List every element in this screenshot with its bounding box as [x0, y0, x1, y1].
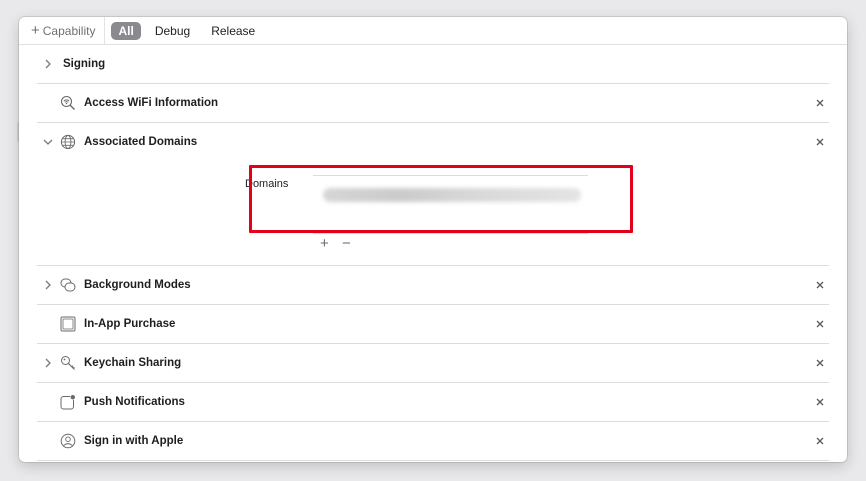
capability-title: Keychain Sharing	[84, 357, 182, 369]
domains-table-bottom-divider	[313, 233, 588, 234]
in-app-purchase-icon	[59, 315, 77, 333]
capability-title: Push Notifications	[84, 396, 185, 408]
highlight-annotation-box	[249, 165, 633, 233]
capability-row-sign-in-with-apple[interactable]: Sign in with Apple	[37, 422, 829, 461]
capability-row-push-notifications[interactable]: Push Notifications	[37, 383, 829, 422]
remove-capability-close-icon[interactable]	[815, 319, 825, 329]
capability-row-keychain-sharing[interactable]: Keychain Sharing	[37, 344, 829, 383]
remove-capability-close-icon[interactable]	[815, 98, 825, 108]
associated-domains-panel: Domains + −	[37, 141, 829, 266]
tab-debug[interactable]: Debug	[148, 22, 197, 40]
capabilities-toolbar: + Capability All Debug Release	[19, 17, 847, 45]
add-capability-button[interactable]: + Capability	[19, 17, 106, 44]
capability-title: Background Modes	[84, 279, 191, 291]
capability-title: Access WiFi Information	[84, 97, 219, 109]
chevron-right-icon[interactable]	[42, 279, 54, 291]
remove-capability-close-icon[interactable]	[815, 280, 825, 290]
capability-title: In-App Purchase	[84, 318, 176, 330]
tab-release[interactable]: Release	[204, 22, 262, 40]
capability-row-access-wifi[interactable]: Access WiFi Information	[37, 84, 829, 123]
capability-title: Signing	[63, 58, 106, 70]
remove-capability-close-icon[interactable]	[815, 436, 825, 446]
key-icon	[59, 354, 77, 372]
background-modes-icon	[59, 276, 77, 294]
remove-capability-close-icon[interactable]	[815, 397, 825, 407]
capability-row-background-modes[interactable]: Background Modes	[37, 266, 829, 305]
remove-domain-button[interactable]: −	[342, 236, 351, 251]
notification-badge-icon	[59, 393, 77, 411]
tab-all[interactable]: All	[111, 21, 141, 40]
capability-row-signing[interactable]: Signing	[37, 45, 829, 84]
remove-capability-close-icon[interactable]	[815, 358, 825, 368]
capabilities-window: + Capability All Debug Release Signing A…	[19, 17, 847, 462]
capability-row-in-app-purchase[interactable]: In-App Purchase	[37, 305, 829, 344]
add-capability-label: Capability	[42, 23, 96, 38]
magnifier-wifi-icon	[59, 94, 77, 112]
chevron-right-icon[interactable]	[42, 58, 54, 70]
chevron-right-icon[interactable]	[42, 357, 54, 369]
capability-title: Sign in with Apple	[84, 435, 184, 447]
add-domain-button[interactable]: +	[320, 236, 329, 251]
person-circle-icon	[59, 432, 77, 450]
plus-icon: +	[31, 22, 40, 39]
